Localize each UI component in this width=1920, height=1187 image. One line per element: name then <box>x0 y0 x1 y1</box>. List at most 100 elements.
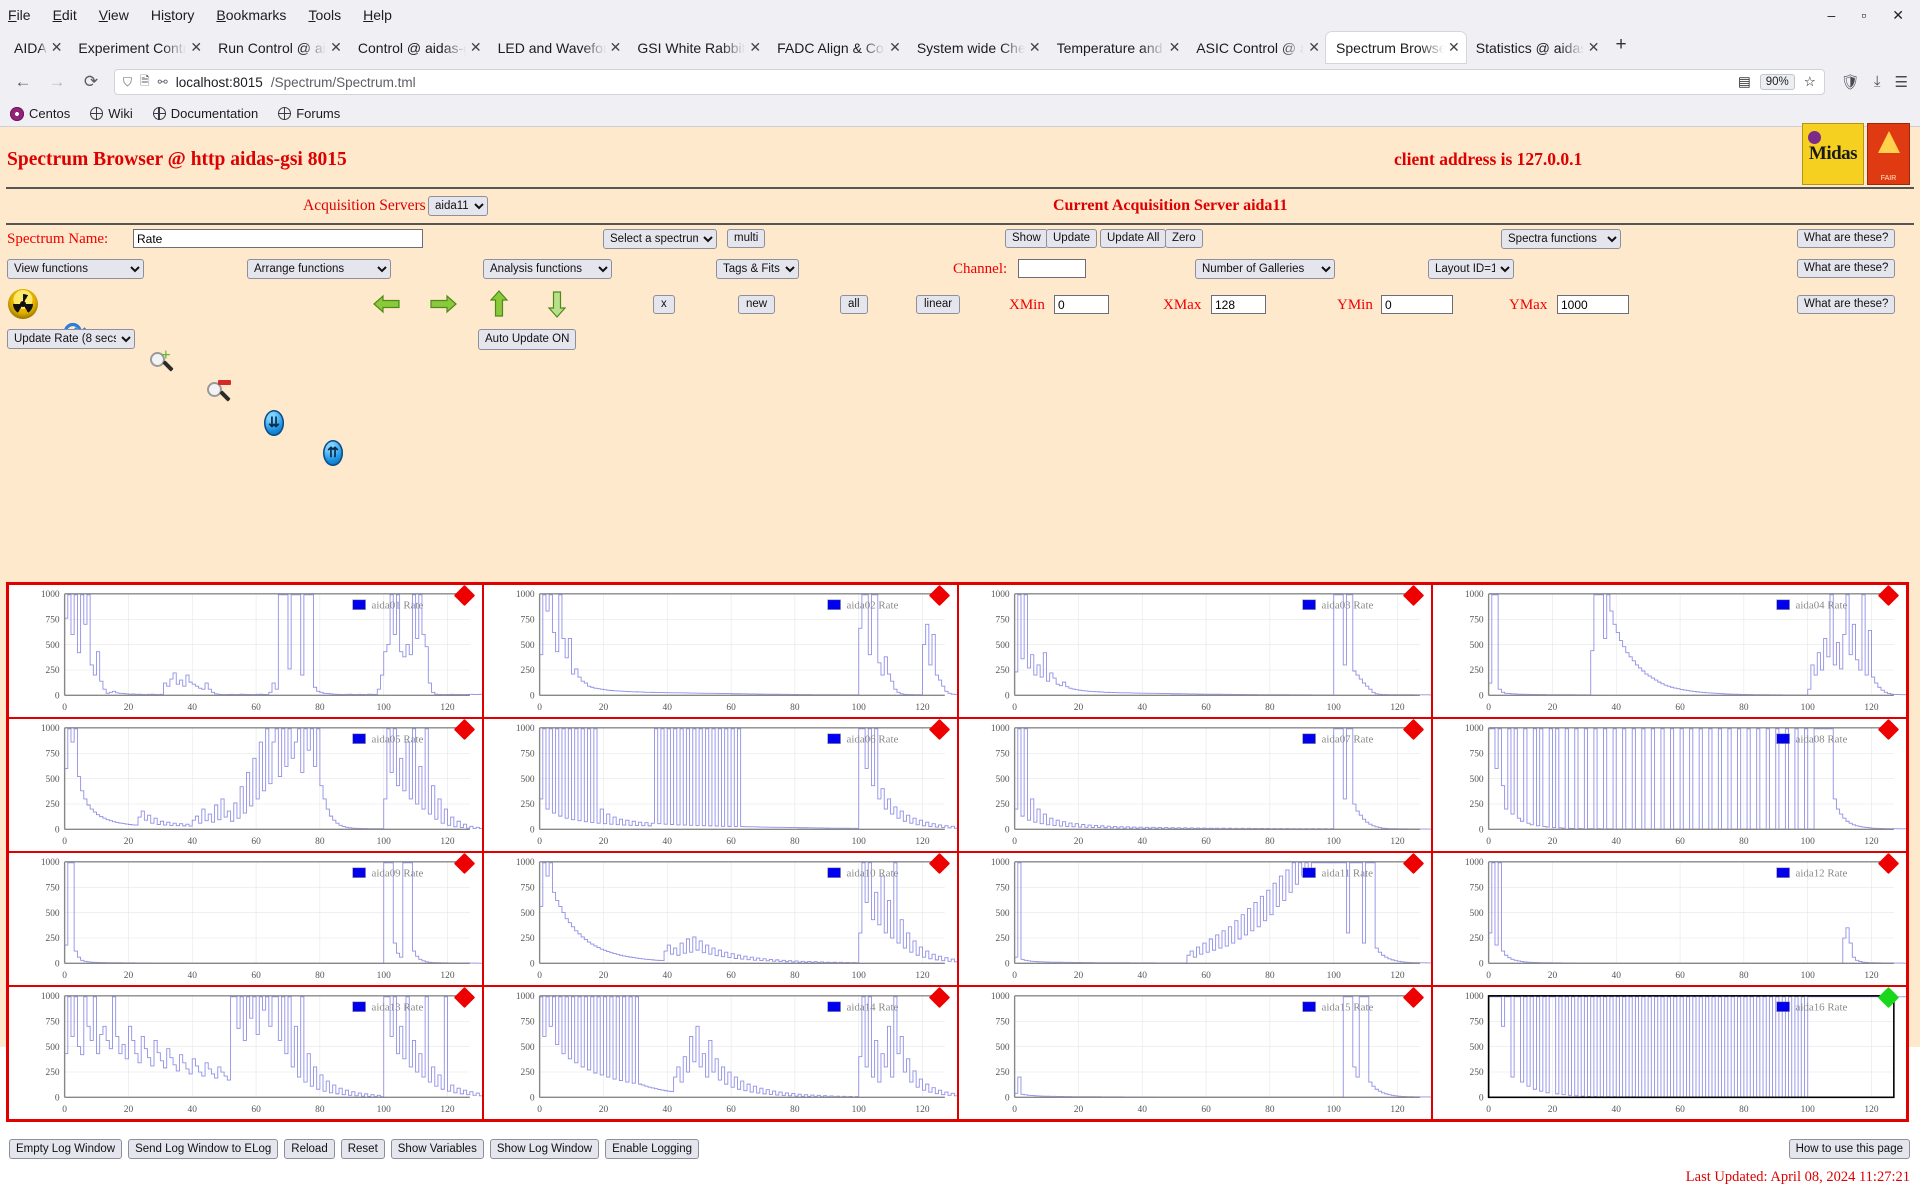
footer-button-show-log-window[interactable]: Show Log Window <box>490 1139 599 1159</box>
spectrum-panel-aida01[interactable]: 02040608010012002505007501000 aida01 Rat… <box>8 584 483 718</box>
tab-close-icon[interactable]: ✕ <box>1029 39 1041 56</box>
spectrum-panel-aida15[interactable]: 02040608010012002505007501000 aida15 Rat… <box>958 986 1433 1120</box>
arrow-up-icon[interactable] <box>484 289 514 319</box>
tags-and-fits-dropdown[interactable]: Tags & Fits <box>716 259 799 279</box>
footer-button-empty-log-window[interactable]: Empty Log Window <box>9 1139 122 1159</box>
tab-close-icon[interactable]: ✕ <box>1169 39 1181 56</box>
close-window-icon[interactable]: ✕ <box>1892 7 1904 24</box>
plot-area-aida14[interactable]: 02040608010012002505007501000 aida14 Rat… <box>484 987 957 1119</box>
tab-close-icon[interactable]: ✕ <box>190 39 202 56</box>
back-icon[interactable]: ← <box>12 72 34 92</box>
plot-area-aida08[interactable]: 02040608010012002505007501000 aida08 Rat… <box>1433 719 1906 851</box>
tab-close-icon[interactable]: ✕ <box>889 39 901 56</box>
auto-update-button[interactable]: Auto Update ON <box>478 329 576 350</box>
plot-area-aida10[interactable]: 02040608010012002505007501000 aida10 Rat… <box>484 853 957 985</box>
plot-area-aida12[interactable]: 02040608010012002505007501000 aida12 Rat… <box>1433 853 1906 985</box>
number-of-galleries-dropdown[interactable]: Number of Galleries <box>1195 259 1335 279</box>
bookmark-wiki[interactable]: Wiki <box>90 106 133 121</box>
pocket-icon[interactable]: 🛡 <box>1841 73 1860 91</box>
browser-tab-3[interactable]: Control @ aidas-gsi✕ <box>348 32 488 63</box>
select-a-spectrum-dropdown[interactable]: Select a spectrum <box>603 229 717 249</box>
downloads-icon[interactable]: ⤓ <box>1874 73 1881 91</box>
plot-area-aida11[interactable]: 02040608010012002505007501000 aida11 Rat… <box>959 853 1432 985</box>
zoom-out-icon[interactable] <box>205 379 235 409</box>
plot-area-aida09[interactable]: 02040608010012002505007501000 aida09 Rat… <box>9 853 482 985</box>
browser-tab-2[interactable]: Run Control @ aidas-gsi✕ <box>208 32 348 63</box>
bookmark-centos[interactable]: Centos <box>10 106 70 121</box>
plot-area-aida06[interactable]: 02040608010012002505007501000 aida06 Rat… <box>484 719 957 851</box>
menu-history[interactable]: History <box>151 7 195 23</box>
tab-close-icon[interactable]: ✕ <box>51 39 63 56</box>
spectrum-panel-aida12[interactable]: 02040608010012002505007501000 aida12 Rat… <box>1432 852 1907 986</box>
arrow-left-icon[interactable] <box>372 289 402 319</box>
plot-area-aida02[interactable]: 02040608010012002505007501000 aida02 Rat… <box>484 585 957 717</box>
tab-close-icon[interactable]: ✕ <box>610 39 622 56</box>
update-rate-dropdown[interactable]: Update Rate (8 secs) <box>7 329 135 349</box>
acquisition-server-select[interactable]: aida11 <box>428 196 488 216</box>
reader-view-icon[interactable]: ▤ <box>1738 74 1751 90</box>
bookmark-documentation[interactable]: Documentation <box>153 106 258 121</box>
analysis-functions-dropdown[interactable]: Analysis functions <box>483 259 612 279</box>
plot-area-aida03[interactable]: 02040608010012002505007501000 aida03 Rat… <box>959 585 1432 717</box>
how-to-use-this-page-button[interactable]: How to use this page <box>1789 1139 1910 1159</box>
plot-area-aida04[interactable]: 02040608010012002505007501000 aida04 Rat… <box>1433 585 1906 717</box>
xmax-input[interactable] <box>1211 295 1266 314</box>
tab-close-icon[interactable]: ✕ <box>1308 39 1320 56</box>
footer-button-reset[interactable]: Reset <box>341 1139 385 1159</box>
app-menu-icon[interactable]: ☰ <box>1895 73 1908 91</box>
zero-button[interactable]: Zero <box>1165 229 1203 248</box>
what-are-these-button-3[interactable]: What are these? <box>1797 295 1895 314</box>
plot-area-aida15[interactable]: 02040608010012002505007501000 aida15 Rat… <box>959 987 1432 1119</box>
spectrum-panel-aida14[interactable]: 02040608010012002505007501000 aida14 Rat… <box>483 986 958 1120</box>
update-all-button[interactable]: Update All <box>1100 229 1166 248</box>
spectrum-panel-aida07[interactable]: 02040608010012002505007501000 aida07 Rat… <box>958 718 1433 852</box>
menu-view[interactable]: View <box>99 7 129 23</box>
spectrum-panel-aida08[interactable]: 02040608010012002505007501000 aida08 Rat… <box>1432 718 1907 852</box>
update-button[interactable]: Update <box>1046 229 1097 248</box>
browser-tab-4[interactable]: LED and Waveform✕ <box>488 32 628 63</box>
plot-area-aida16[interactable]: 02040608010012002505007501000 aida16 Rat… <box>1433 987 1906 1119</box>
menu-edit[interactable]: Edit <box>53 7 77 23</box>
footer-button-reload[interactable]: Reload <box>284 1139 334 1159</box>
arrange-functions-dropdown[interactable]: Arrange functions <box>247 259 391 279</box>
plot-area-aida05[interactable]: 02040608010012002505007501000 aida05 Rat… <box>9 719 482 851</box>
spectrum-panel-aida04[interactable]: 02040608010012002505007501000 aida04 Rat… <box>1432 584 1907 718</box>
ymax-input[interactable] <box>1557 295 1629 314</box>
radiation-icon[interactable] <box>8 289 38 319</box>
spectrum-panel-aida16[interactable]: 02040608010012002505007501000 aida16 Rat… <box>1432 986 1907 1120</box>
spectrum-panel-aida05[interactable]: 02040608010012002505007501000 aida05 Rat… <box>8 718 483 852</box>
plot-area-aida01[interactable]: 02040608010012002505007501000 aida01 Rat… <box>9 585 482 717</box>
minimize-icon[interactable]: – <box>1828 7 1836 24</box>
footer-button-show-variables[interactable]: Show Variables <box>391 1139 484 1159</box>
new-tab-button[interactable]: + <box>1606 34 1637 60</box>
view-functions-dropdown[interactable]: View functions <box>7 259 144 279</box>
browser-tab-5[interactable]: GSI White Rabbit Time✕ <box>627 32 767 63</box>
tab-close-icon[interactable]: ✕ <box>1448 39 1460 56</box>
spectrum-panel-aida02[interactable]: 02040608010012002505007501000 aida02 Rat… <box>483 584 958 718</box>
spectrum-panel-aida11[interactable]: 02040608010012002505007501000 aida11 Rat… <box>958 852 1433 986</box>
menu-file[interactable]: FFileile <box>8 7 31 23</box>
scale-button[interactable]: linear <box>916 295 960 314</box>
spectrum-panel-aida13[interactable]: 02040608010012002505007501000 aida13 Rat… <box>8 986 483 1120</box>
maximize-icon[interactable]: ▫ <box>1861 7 1866 24</box>
spectrum-panel-aida03[interactable]: 02040608010012002505007501000 aida03 Rat… <box>958 584 1433 718</box>
collapse-icon[interactable]: ⇊ <box>259 409 289 439</box>
browser-tab-0[interactable]: AIDA✕ <box>4 32 68 63</box>
browser-tab-9[interactable]: ASIC Control @ aidas✕ <box>1186 32 1326 63</box>
spectra-functions-dropdown[interactable]: Spectra functions <box>1501 229 1621 249</box>
address-bar[interactable]: ⛉ 🗎 ⚯ localhost:8015/Spectrum/Spectrum.t… <box>114 69 1825 95</box>
menu-bookmarks[interactable]: Bookmarks <box>216 7 286 23</box>
browser-tab-1[interactable]: Experiment Control✕ <box>68 32 208 63</box>
new-button[interactable]: new <box>738 295 775 314</box>
tab-close-icon[interactable]: ✕ <box>330 39 342 56</box>
spectrum-name-input[interactable] <box>133 229 423 248</box>
browser-tab-11[interactable]: Statistics @ aidas-g✕ <box>1466 32 1606 63</box>
zoom-level[interactable]: 90% <box>1760 74 1795 90</box>
browser-tab-8[interactable]: Temperature and sta✕ <box>1047 32 1187 63</box>
tab-close-icon[interactable]: ✕ <box>749 39 761 56</box>
channel-input[interactable] <box>1018 259 1086 278</box>
spectrum-panel-aida06[interactable]: 02040608010012002505007501000 aida06 Rat… <box>483 718 958 852</box>
footer-button-enable-logging[interactable]: Enable Logging <box>605 1139 699 1159</box>
browser-tab-6[interactable]: FADC Align & Control✕ <box>767 32 907 63</box>
what-are-these-button-1[interactable]: What are these? <box>1797 229 1895 248</box>
